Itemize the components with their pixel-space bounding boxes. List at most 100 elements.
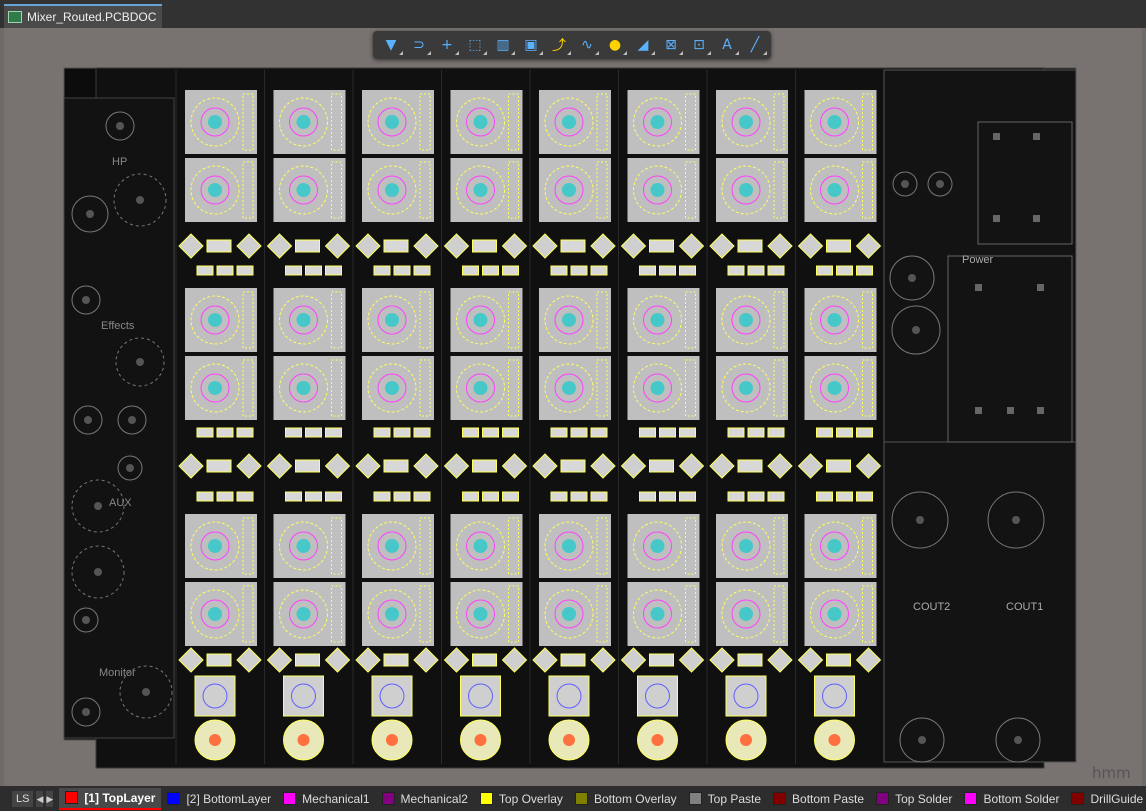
layer-color-swatch — [479, 792, 493, 805]
pcb-board[interactable]: HP Effects AUX Monitor Power COUT2 COUT1 — [0, 0, 1146, 811]
layer-tab-label: Mechanical1 — [302, 791, 370, 806]
potentiometer — [273, 514, 346, 578]
potentiometer — [804, 158, 877, 222]
layer-tab-label: Top Paste — [707, 791, 762, 806]
potentiometer — [185, 514, 257, 578]
jack-footprint — [548, 675, 590, 717]
potentiometer — [273, 158, 346, 222]
potentiometer — [273, 288, 346, 352]
layer-tab-label: Top Solder — [895, 791, 953, 806]
layer-color-swatch — [876, 792, 890, 805]
potentiometer — [716, 288, 788, 352]
layer-tab[interactable]: DrillGuide — [1065, 789, 1146, 809]
potentiometer — [627, 158, 700, 222]
layer-tab[interactable]: [2] BottomLayer — [161, 789, 277, 809]
potentiometer — [804, 90, 877, 154]
jack-footprint — [460, 675, 501, 717]
potentiometer — [627, 582, 700, 646]
potentiometer — [450, 356, 523, 420]
layer-tab-label: Mechanical2 — [400, 791, 468, 806]
layer-tab[interactable]: Mechanical1 — [277, 789, 375, 809]
jack-footprint — [637, 675, 678, 717]
potentiometer — [450, 158, 523, 222]
filter-icon[interactable]: ▼ — [379, 34, 403, 56]
potentiometer — [804, 288, 877, 352]
potentiometer — [450, 288, 523, 352]
cout2-label: COUT2 — [913, 601, 950, 613]
layer-set-button[interactable]: LS — [12, 790, 34, 807]
via-icon[interactable]: ● — [603, 34, 627, 56]
layer-tab-label: Top Overlay — [498, 791, 563, 806]
polygon-icon[interactable]: ◢ — [631, 34, 655, 56]
layer-tab[interactable]: Top Overlay — [474, 789, 569, 809]
potentiometer — [627, 356, 700, 420]
scroll-right-icon[interactable]: ▶ — [46, 790, 54, 807]
jack-footprint — [371, 675, 413, 717]
layer-color-swatch — [688, 792, 702, 805]
monitor-label: Monitor — [99, 667, 136, 679]
potentiometer — [716, 356, 788, 420]
layer-tab[interactable]: Bottom Solder — [958, 789, 1065, 809]
potentiometer — [185, 582, 257, 646]
aux-label: AUX — [109, 497, 132, 509]
scroll-left-icon[interactable]: ◀ — [36, 790, 44, 807]
jack-footprint — [194, 675, 236, 717]
layer-tab-label: DrillGuide — [1090, 791, 1144, 806]
layer-color-swatch — [65, 791, 79, 804]
crosshair-icon[interactable]: + — [435, 34, 459, 56]
diff-pair-icon[interactable]: ∿ — [575, 34, 599, 56]
potentiometer — [539, 356, 611, 420]
potentiometer — [450, 514, 523, 578]
cout1-label: COUT1 — [1006, 601, 1043, 613]
component-icon[interactable]: ▣ — [519, 34, 543, 56]
layer-color-swatch — [1071, 792, 1085, 805]
layer-tab[interactable]: Bottom Paste — [767, 789, 870, 809]
potentiometer — [627, 514, 700, 578]
potentiometer — [273, 90, 346, 154]
potentiometer — [362, 514, 434, 578]
layer-tab[interactable]: Top Solder — [870, 789, 958, 809]
hp-label: HP — [112, 156, 127, 168]
region-icon[interactable]: ⊠ — [659, 34, 683, 56]
potentiometer — [716, 158, 788, 222]
align-icon[interactable]: ▥ — [491, 34, 515, 56]
interactive-route-icon[interactable]: ⤴ — [547, 34, 571, 56]
route-icon[interactable]: ⊃ — [407, 34, 431, 56]
potentiometer — [362, 582, 434, 646]
potentiometer — [627, 288, 700, 352]
layer-color-swatch — [773, 792, 787, 805]
layer-tab-label: Bottom Overlay — [593, 791, 677, 806]
potentiometer — [362, 356, 434, 420]
layer-color-swatch — [964, 792, 978, 805]
layer-tab[interactable]: Top Paste — [683, 789, 767, 809]
select-rect-icon[interactable]: ⬚ — [463, 34, 487, 56]
dimension-icon[interactable]: ⊡ — [687, 34, 711, 56]
layer-tab-label: [2] BottomLayer — [186, 791, 272, 806]
layer-tab[interactable]: [1] TopLayer — [59, 787, 162, 810]
canvas-corner-text: hmm — [1092, 764, 1131, 782]
potentiometer — [362, 288, 434, 352]
layer-tab-label: Bottom Paste — [792, 791, 865, 806]
layer-tab-bar: LS ◀ ▶ [1] TopLayer [2] BottomLayer Mechan… — [0, 786, 1146, 811]
potentiometer — [627, 90, 700, 154]
text-icon[interactable]: A — [715, 34, 739, 56]
layer-tab[interactable]: Bottom Overlay — [569, 789, 683, 809]
line-icon[interactable]: ╱ — [743, 34, 767, 56]
potentiometer — [539, 158, 611, 222]
potentiometer — [273, 582, 346, 646]
layer-color-swatch — [167, 792, 181, 805]
potentiometer — [185, 158, 257, 222]
effects-label: Effects — [101, 320, 135, 332]
layer-tab[interactable]: Mechanical2 — [376, 789, 474, 809]
layer-tab-label: Bottom Solder — [983, 791, 1060, 806]
active-bar-toolbar: ▼ ⊃ + ⬚ ▥ ▣ ⤴ ∿ ● ◢ ⊠ ⊡ A ╱ — [373, 31, 771, 59]
potentiometer — [362, 158, 434, 222]
jack-footprint — [283, 675, 324, 717]
potentiometer — [804, 356, 877, 420]
potentiometer — [185, 90, 257, 154]
potentiometer — [450, 582, 523, 646]
potentiometer — [716, 582, 788, 646]
potentiometer — [539, 288, 611, 352]
layer-color-swatch — [381, 792, 395, 805]
layer-tab-label: [1] TopLayer — [84, 790, 156, 805]
